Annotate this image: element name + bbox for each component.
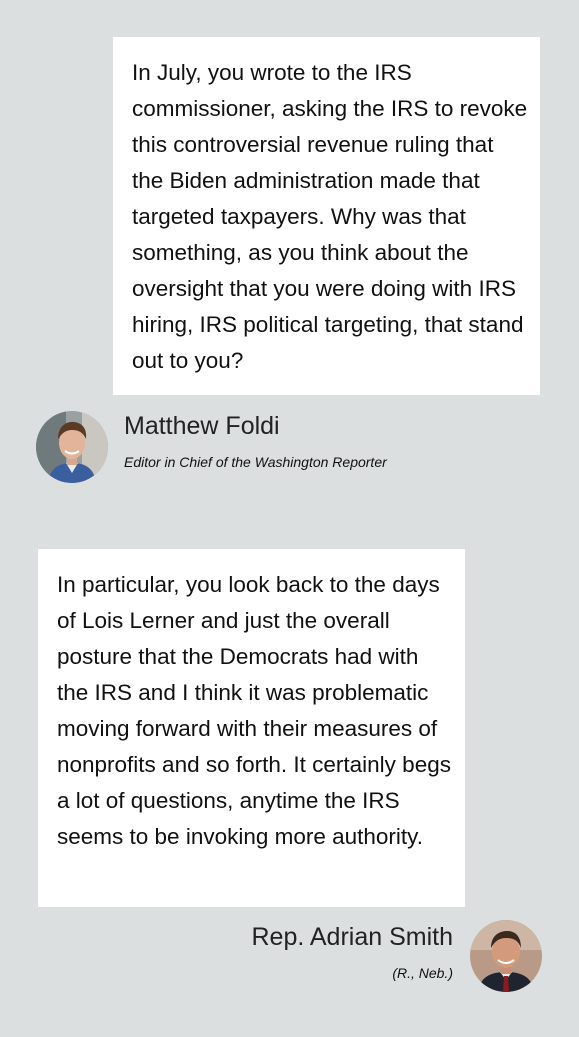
adrian-smith-avatar [470,920,542,992]
answer-speaker-name: Rep. Adrian Smith [251,923,454,951]
person-photo-icon [470,920,542,992]
question-bubble: In July, you wrote to the IRS commission… [113,37,540,395]
answer-speaker-title: (R., Neb.) [392,965,453,981]
question-speaker-name: Matthew Foldi [124,412,280,440]
question-speaker-title: Editor in Chief of the Washington Report… [124,454,387,470]
question-text: In July, you wrote to the IRS commission… [132,60,528,373]
answer-bubble: In particular, you look back to the days… [38,549,465,907]
answer-text: In particular, you look back to the days… [57,572,451,849]
person-photo-icon [36,411,108,483]
matthew-foldi-avatar [36,411,108,483]
